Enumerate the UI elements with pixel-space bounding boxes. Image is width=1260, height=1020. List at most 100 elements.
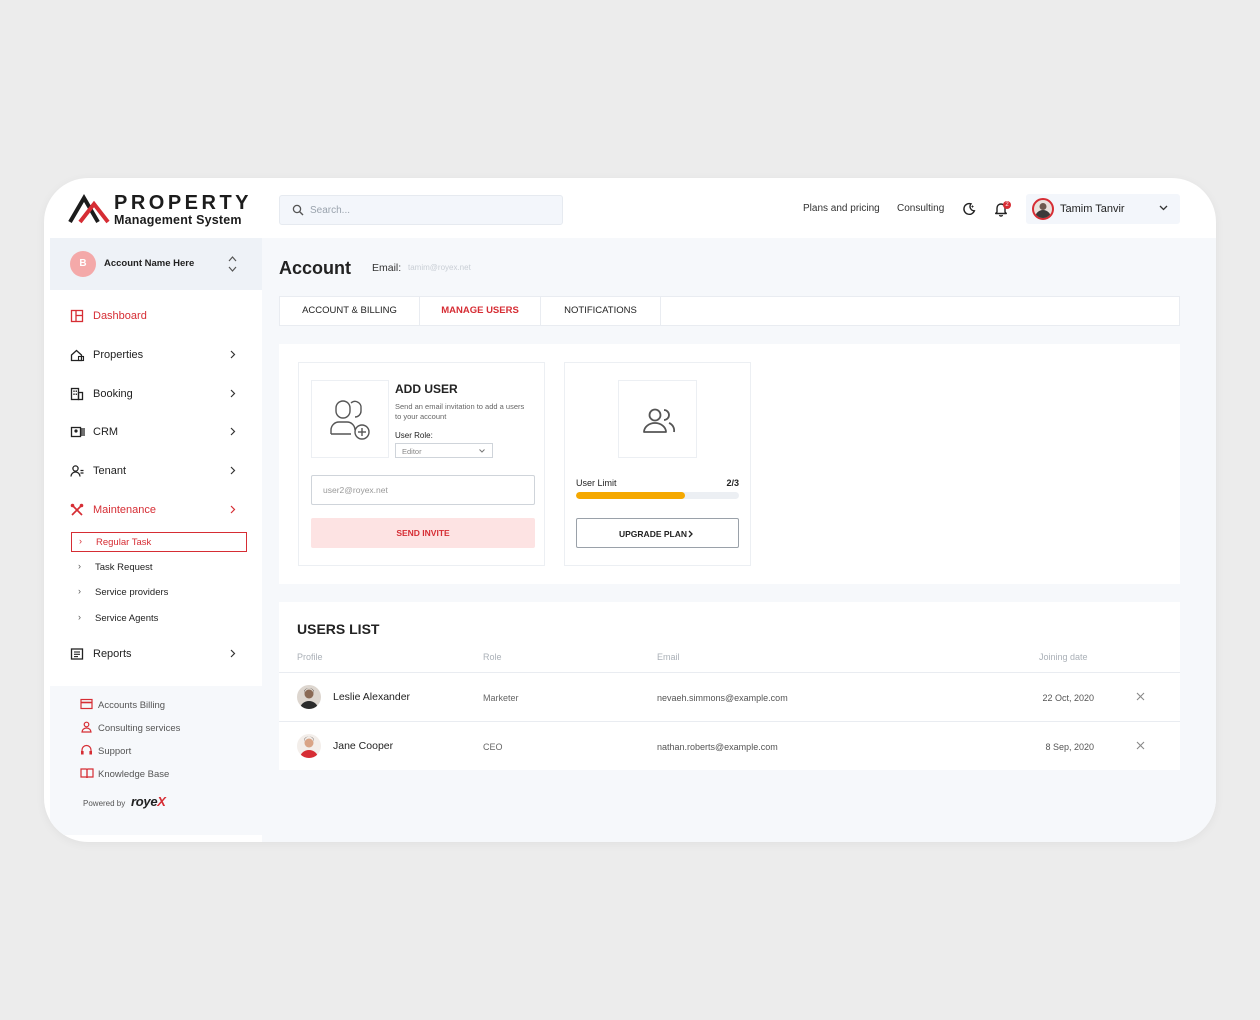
sidebar-subitem-service-providers[interactable]: › Service providers bbox=[71, 582, 247, 602]
user-role-select[interactable]: Editor bbox=[395, 443, 493, 458]
search-bar[interactable] bbox=[279, 195, 563, 225]
user-name: Jane Cooper bbox=[333, 740, 394, 752]
account-switcher[interactable]: B Account Name Here bbox=[50, 238, 262, 290]
account-tabs: ACCOUNT & BILLING MANAGE USERS NOTIFICAT… bbox=[279, 296, 1180, 326]
sidebar-subitem-task-request[interactable]: › Task Request bbox=[71, 557, 247, 577]
consulting-link[interactable]: Consulting bbox=[897, 203, 944, 214]
tab-notifications[interactable]: NOTIFICATIONS bbox=[541, 297, 661, 325]
logo[interactable]: PROPERTY Management System bbox=[68, 192, 258, 228]
search-input[interactable] bbox=[310, 196, 550, 224]
user-role: Marketer bbox=[483, 693, 519, 703]
column-header-joining-date: Joining date bbox=[1039, 652, 1088, 662]
users-list-title: USERS LIST bbox=[297, 621, 380, 637]
card-icon bbox=[80, 698, 93, 710]
chevron-right-icon: › bbox=[78, 586, 81, 596]
user-name: Leslie Alexander bbox=[333, 691, 411, 703]
sidebar-item-label: CRM bbox=[93, 426, 119, 438]
account-name: Account Name Here bbox=[104, 258, 195, 269]
chevron-right-icon bbox=[230, 350, 236, 359]
users-icon-box bbox=[618, 380, 697, 458]
sidebar-subitem-label: Service Agents bbox=[95, 613, 159, 624]
table-row: Leslie Alexander Marketer nevaeh.simmons… bbox=[279, 672, 1180, 720]
user-limit-progress-fill bbox=[576, 492, 685, 499]
avatar bbox=[297, 685, 321, 709]
search-icon bbox=[292, 204, 304, 216]
chevron-right-icon: › bbox=[78, 612, 81, 622]
main-content: Account Email: tamim@royex.net ACCOUNT &… bbox=[262, 238, 1216, 842]
close-icon[interactable] bbox=[1136, 692, 1145, 701]
chevron-right-icon bbox=[230, 505, 236, 514]
user-menu[interactable]: Tamim Tanvir bbox=[1026, 194, 1180, 224]
manage-users-panel: ADD USER Send an email invitation to add… bbox=[279, 344, 1180, 584]
sidebar-item-crm[interactable]: CRM bbox=[70, 422, 240, 442]
notification-badge: 2 bbox=[1003, 201, 1011, 209]
column-header-role: Role bbox=[483, 652, 502, 662]
sidebar-item-reports[interactable]: Reports bbox=[70, 644, 240, 664]
sidebar-link-label: Knowledge Base bbox=[98, 769, 170, 780]
chevron-right-icon bbox=[230, 427, 236, 436]
add-user-description: Send an email invitation to add a users … bbox=[395, 402, 525, 421]
crm-icon bbox=[70, 426, 85, 438]
sidebar-link-label: Consulting services bbox=[98, 723, 181, 734]
logo-wordmark: PROPERTY bbox=[114, 192, 253, 214]
sidebar-subitem-regular-task[interactable]: › Regular Task bbox=[71, 532, 247, 552]
sidebar-link-label: Accounts Billing bbox=[98, 700, 166, 711]
email-value: tamim@royex.net bbox=[408, 263, 471, 272]
plans-pricing-link[interactable]: Plans and pricing bbox=[803, 203, 880, 214]
report-icon bbox=[70, 648, 84, 660]
sidebar: B Account Name Here Dashboard Properties bbox=[50, 238, 267, 835]
tab-manage-users[interactable]: MANAGE USERS bbox=[420, 297, 541, 325]
sidebar-item-label: Tenant bbox=[93, 465, 127, 477]
sidebar-item-tenant[interactable]: Tenant bbox=[70, 461, 240, 481]
headset-icon bbox=[81, 744, 92, 755]
powered-by-label: Powered by bbox=[83, 799, 126, 808]
sidebar-item-properties[interactable]: Properties bbox=[70, 345, 240, 365]
invite-email-input[interactable] bbox=[311, 475, 535, 505]
sidebar-subitem-label: Service providers bbox=[95, 587, 169, 598]
sidebar-item-dashboard[interactable]: Dashboard bbox=[70, 306, 240, 326]
users-icon bbox=[643, 408, 676, 433]
user-role: CEO bbox=[483, 742, 503, 752]
avatar bbox=[1032, 198, 1054, 220]
royex-logo-text: roye bbox=[131, 794, 158, 809]
sidebar-item-label: Dashboard bbox=[93, 310, 147, 322]
tools-icon bbox=[70, 503, 84, 516]
add-user-title: ADD USER bbox=[395, 382, 458, 396]
add-user-icon bbox=[330, 400, 370, 440]
chevron-right-icon bbox=[230, 649, 236, 658]
chevron-down-icon bbox=[479, 449, 485, 453]
building-icon bbox=[70, 387, 84, 401]
chevron-right-icon bbox=[230, 389, 236, 398]
add-user-icon-box bbox=[311, 380, 389, 458]
chevron-updown-icon bbox=[228, 256, 237, 272]
sidebar-subitem-label: Task Request bbox=[95, 562, 153, 573]
tab-account-billing[interactable]: ACCOUNT & BILLING bbox=[280, 297, 420, 325]
add-user-card: ADD USER Send an email invitation to add… bbox=[298, 362, 545, 566]
sidebar-subitem-service-agents[interactable]: › Service Agents bbox=[71, 608, 247, 628]
chevron-right-icon: › bbox=[78, 561, 81, 571]
moon-icon[interactable] bbox=[962, 202, 976, 216]
account-avatar: B bbox=[70, 251, 96, 277]
sidebar-link-label: Support bbox=[98, 746, 132, 757]
upgrade-plan-button[interactable]: UPGRADE PLAN bbox=[576, 518, 739, 548]
property-icon bbox=[70, 349, 85, 362]
column-header-email: Email bbox=[657, 652, 680, 662]
sidebar-item-maintenance[interactable]: Maintenance bbox=[70, 500, 240, 520]
chevron-right-icon bbox=[230, 466, 236, 475]
logo-subtitle: Management System bbox=[114, 213, 242, 227]
user-limit-card: User Limit 2/3 UPGRADE PLAN bbox=[564, 362, 751, 566]
tenant-icon bbox=[70, 465, 84, 477]
upgrade-plan-label: UPGRADE PLAN bbox=[619, 529, 688, 539]
chevron-down-icon bbox=[1159, 205, 1168, 211]
chevron-right-icon: › bbox=[79, 536, 82, 546]
close-icon[interactable] bbox=[1136, 741, 1145, 750]
sidebar-item-booking[interactable]: Booking bbox=[70, 384, 240, 404]
send-invite-button[interactable]: SEND INVITE bbox=[311, 518, 535, 548]
person-icon bbox=[81, 721, 92, 733]
users-list-panel: USERS LIST Profile Role Email Joining da… bbox=[279, 602, 1180, 770]
royex-logo[interactable]: royeX bbox=[131, 794, 166, 809]
dashboard-icon bbox=[70, 309, 84, 323]
user-limit-value: 2/3 bbox=[726, 478, 739, 488]
user-name: Tamim Tanvir bbox=[1060, 203, 1125, 215]
user-email: nathan.roberts@example.com bbox=[657, 742, 778, 752]
